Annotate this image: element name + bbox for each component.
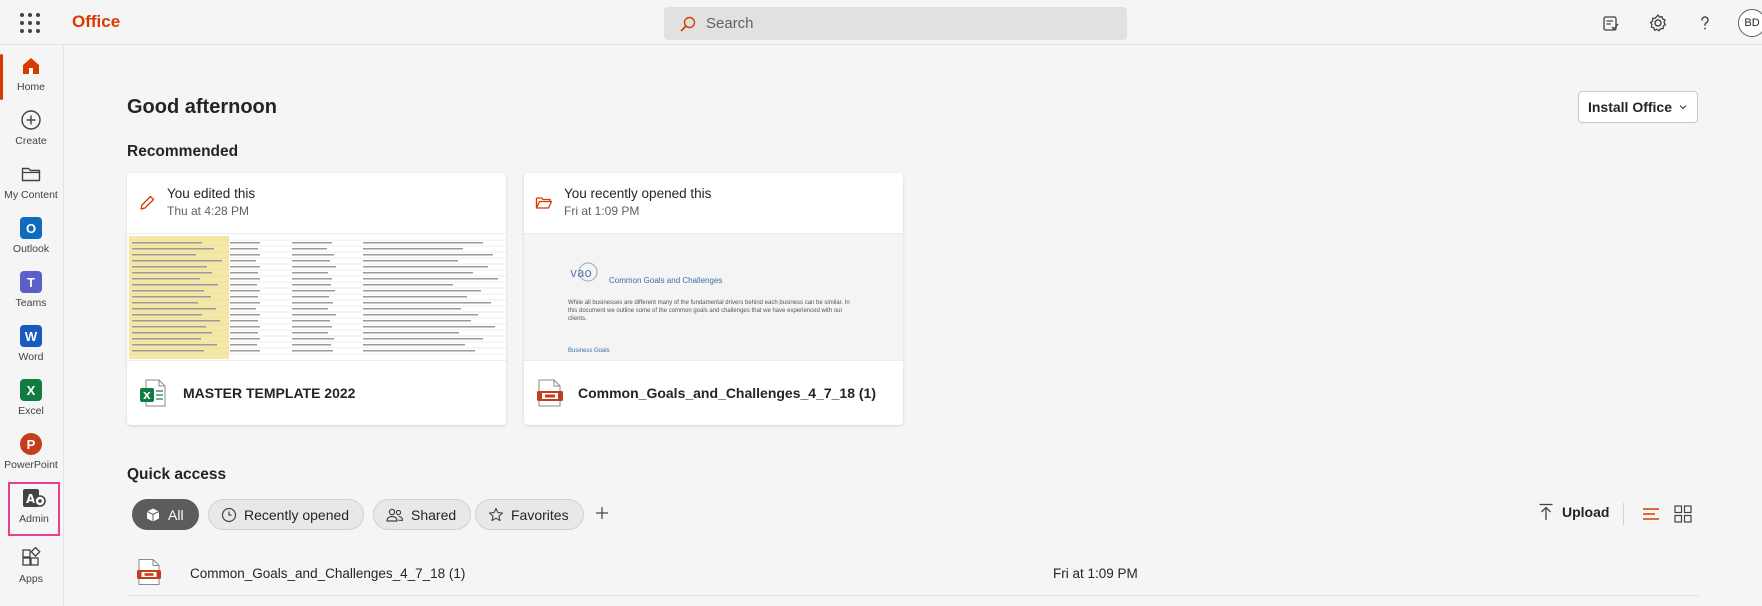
rail-item-teams[interactable]: T Teams [0, 266, 62, 318]
people-icon [386, 508, 404, 522]
folder-icon [19, 162, 43, 186]
filter-label: Favorites [511, 506, 569, 523]
card-footer: Common_Goals_and_Challenges_4_7_18 (1) [524, 360, 903, 425]
filter-label: All [168, 506, 184, 523]
folder-open-icon [535, 197, 553, 209]
rail-item-outlook[interactable]: O Outlook [0, 212, 62, 264]
card-file-name: Common_Goals_and_Challenges_4_7_18 (1) [578, 385, 877, 401]
rail-label: Admin [19, 513, 49, 525]
rail-item-admin[interactable]: A Admin [8, 482, 60, 536]
file-date: Fri at 1:09 PM [1053, 565, 1138, 581]
file-name: Common_Goals_and_Challenges_4_7_18 (1) [190, 565, 466, 581]
avatar[interactable]: BD [1738, 9, 1762, 37]
home-icon [19, 54, 43, 78]
clock-icon [221, 507, 237, 522]
pencil-icon [140, 195, 155, 210]
file-list-row[interactable]: Common_Goals_and_Challenges_4_7_18 (1) F… [127, 551, 1699, 596]
divider [1623, 503, 1624, 525]
thumb-body: While all businesses are different many … [568, 300, 850, 322]
document-thumbnail: vao Common Goals and Challenges While al… [524, 233, 903, 360]
search-input[interactable] [706, 15, 1086, 32]
filter-label: Recently opened [244, 506, 350, 523]
spreadsheet-thumbnail [127, 233, 506, 360]
search-icon [680, 16, 696, 31]
rail-item-apps[interactable]: Apps [0, 542, 62, 594]
recommended-card[interactable]: You recently opened this Fri at 1:09 PM … [524, 173, 903, 425]
svg-text:vao: vao [570, 266, 592, 280]
powerpoint-icon: P [19, 432, 43, 456]
rail-item-my-content[interactable]: My Content [0, 158, 62, 210]
upload-label: Upload [1562, 504, 1610, 520]
star-icon [489, 507, 503, 521]
card-activity: You recently opened this [564, 186, 712, 201]
filter-all[interactable]: All [132, 499, 199, 530]
rail-item-powerpoint[interactable]: P PowerPoint [0, 428, 62, 480]
upload-button[interactable]: Upload [1538, 503, 1609, 521]
filter-recently-opened[interactable]: Recently opened [208, 499, 365, 530]
excel-file-icon: X [140, 379, 166, 407]
filter-favorites[interactable]: Favorites [475, 499, 584, 530]
search-box[interactable] [664, 7, 1127, 40]
quick-access-title: Quick access [127, 466, 227, 483]
rail-label: PowerPoint [4, 459, 58, 471]
card-footer: X MASTER TEMPLATE 2022 [127, 360, 506, 425]
install-office-button[interactable]: Install Office [1578, 91, 1698, 123]
card-header: You edited this Thu at 4:28 PM [127, 173, 506, 233]
chevron-down-icon [1679, 105, 1687, 110]
word-icon: W [19, 324, 43, 348]
svg-text:A: A [26, 492, 36, 506]
rail-label: Apps [19, 573, 43, 585]
top-bar: Office BD [0, 0, 1762, 45]
install-office-label: Install Office [1587, 99, 1673, 115]
waffle-icon[interactable] [18, 11, 42, 35]
list-view-icon[interactable] [1641, 504, 1661, 524]
vao-logo: vao [568, 260, 600, 284]
card-file-name: MASTER TEMPLATE 2022 [183, 385, 356, 401]
thumb-subheading: Business Goals [568, 348, 610, 354]
rail-label: Teams [15, 297, 47, 309]
cube-icon [146, 508, 160, 521]
rail-label: My Content [4, 189, 58, 201]
recommended-card[interactable]: You edited this Thu at 4:28 PM X MASTER … [127, 173, 506, 425]
thumb-heading: Common Goals and Challenges [609, 276, 723, 285]
rail-label: Create [15, 135, 47, 147]
card-time: Fri at 1:09 PM [564, 204, 640, 218]
plus-circle-icon [19, 108, 43, 132]
teams-icon: T [19, 270, 43, 294]
settings-icon[interactable] [1646, 11, 1670, 35]
svg-text:X: X [143, 391, 151, 402]
task-icon[interactable] [1599, 11, 1623, 35]
rail-label: Home [16, 81, 45, 93]
rail-label: Excel [18, 405, 44, 417]
rail-item-word[interactable]: W Word [0, 320, 62, 372]
left-rail: Home Create My Content O Outlook T Teams… [0, 45, 64, 606]
admin-icon: A [22, 486, 46, 510]
rail-label: Word [18, 351, 44, 363]
outlook-icon: O [19, 216, 43, 240]
filter-shared[interactable]: Shared [373, 499, 472, 530]
add-filter-icon[interactable] [592, 503, 612, 523]
grid-view-icon[interactable] [1673, 504, 1693, 524]
excel-icon: X [19, 378, 43, 402]
apps-icon [19, 546, 43, 570]
rail-item-create[interactable]: Create [0, 104, 62, 156]
help-icon[interactable] [1693, 11, 1717, 35]
upload-icon [1539, 503, 1553, 520]
card-time: Thu at 4:28 PM [167, 204, 250, 218]
rail-label: Outlook [12, 243, 50, 255]
card-header: You recently opened this Fri at 1:09 PM [524, 173, 903, 233]
card-activity: You edited this [167, 186, 256, 201]
greeting: Good afternoon [127, 96, 277, 118]
recommended-title: Recommended [127, 143, 239, 160]
filter-label: Shared [411, 506, 457, 523]
office-brand[interactable]: Office [72, 12, 120, 32]
pdf-file-icon [537, 379, 563, 407]
pdf-file-icon [137, 559, 161, 585]
rail-item-home[interactable]: Home [0, 50, 62, 102]
rail-item-excel[interactable]: X Excel [0, 374, 62, 426]
